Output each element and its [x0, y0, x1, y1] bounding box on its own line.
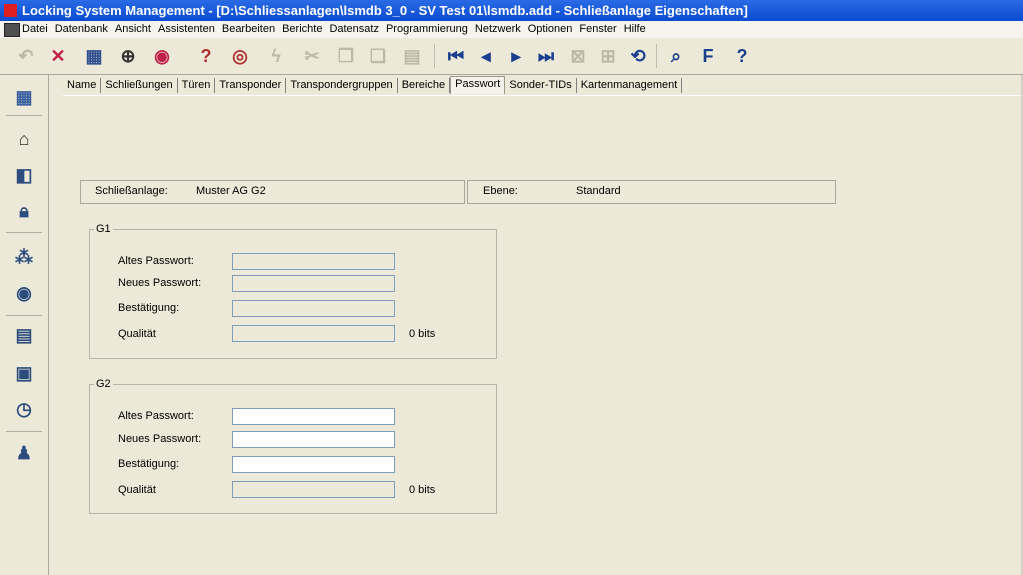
- delete-record-icon[interactable]: ⊠: [566, 44, 590, 68]
- tab-divider: [63, 95, 1021, 96]
- sidebar-separator: [6, 232, 42, 233]
- g1-neues-passwort-field[interactable]: [232, 275, 395, 292]
- first-record-icon[interactable]: ⏮: [444, 44, 468, 68]
- g2-bits-value: 0 bits: [409, 484, 436, 496]
- g1-bestaetigung-label: Bestätigung:: [118, 302, 180, 314]
- last-record-icon[interactable]: ⏭: [534, 44, 558, 68]
- group-g2-legend: G2: [96, 378, 111, 390]
- new-lock-icon[interactable]: ▦: [82, 44, 106, 68]
- options-icon[interactable]: F: [696, 44, 720, 68]
- tab-bereiche[interactable]: Bereiche: [398, 78, 451, 93]
- group-icon[interactable]: ⁂: [12, 245, 36, 269]
- window-title: Locking System Management - [D:\Schliess…: [22, 3, 748, 18]
- calendar-icon[interactable]: ▣: [12, 361, 36, 385]
- tab-passwort[interactable]: Passwort: [450, 76, 506, 94]
- door-icon[interactable]: ◧: [12, 163, 36, 187]
- toolbar-separator: [656, 44, 657, 68]
- ebene-label: Ebene:: [483, 185, 518, 197]
- g1-altes-passwort-field[interactable]: [232, 253, 395, 270]
- flash-icon[interactable]: ϟ: [264, 44, 288, 68]
- menu-datenbank[interactable]: Datenbank: [55, 23, 108, 35]
- g1-bits-value: 0 bits: [409, 328, 436, 340]
- tab-kartenmanagement[interactable]: Kartenmanagement: [577, 78, 683, 93]
- group-g2: G2 Altes Passwort: Neues Passwort: Bestä…: [89, 378, 497, 514]
- g1-qualitaet-bar: [232, 325, 395, 342]
- g1-qualitaet-label: Qualität: [118, 328, 156, 340]
- cut-icon[interactable]: ✂: [300, 44, 324, 68]
- house-icon[interactable]: ⌂: [12, 127, 36, 151]
- undo-icon[interactable]: ↶: [14, 44, 38, 68]
- clock-icon[interactable]: ◷: [12, 397, 36, 421]
- g2-bestaetigung-field[interactable]: [232, 456, 395, 473]
- search-icon[interactable]: ⌕: [664, 44, 688, 68]
- sidebar-separator: [6, 315, 42, 316]
- new-transponder-icon[interactable]: ⊕: [116, 44, 140, 68]
- next-record-icon[interactable]: ▸: [504, 44, 528, 68]
- print-icon[interactable]: ▤: [400, 44, 424, 68]
- g1-neues-passwort-label: Neues Passwort:: [118, 277, 202, 289]
- lock-icon[interactable]: 🔒︎: [12, 199, 36, 223]
- schliessanlage-box: Schließanlage: Muster AG G2: [80, 180, 465, 204]
- g2-bestaetigung-label: Bestätigung:: [118, 458, 180, 470]
- g2-qualitaet-bar: [232, 481, 395, 498]
- g2-neues-passwort-field[interactable]: [232, 431, 395, 448]
- new-record-icon[interactable]: ⊞: [596, 44, 620, 68]
- menu-ansicht[interactable]: Ansicht: [115, 23, 151, 35]
- delete-icon[interactable]: ✕: [46, 44, 70, 68]
- tab-schliessungen[interactable]: Schließungen: [101, 78, 178, 93]
- title-bar: Locking System Management - [D:\Schliess…: [0, 0, 1023, 21]
- g1-bestaetigung-field[interactable]: [232, 300, 395, 317]
- menu-berichte[interactable]: Berichte: [282, 23, 322, 35]
- transponder-icon[interactable]: ◉: [12, 281, 36, 305]
- ebene-value: Standard: [576, 185, 621, 197]
- g2-altes-passwort-label: Altes Passwort:: [118, 410, 194, 422]
- menu-hilfe[interactable]: Hilfe: [624, 23, 646, 35]
- refresh-icon[interactable]: ⟲: [626, 44, 650, 68]
- menu-bar: Datei Datenbank Ansicht Assistenten Bear…: [0, 21, 1023, 39]
- menu-optionen[interactable]: Optionen: [528, 23, 573, 35]
- new-group-icon[interactable]: ◉: [150, 44, 174, 68]
- tab-sonder-tids[interactable]: Sonder-TIDs: [505, 78, 577, 93]
- app-icon: [4, 4, 17, 17]
- group-g1-legend: G1: [96, 223, 111, 235]
- person-icon[interactable]: ♟: [12, 441, 36, 465]
- sidebar: ▦ ⌂ ◧ 🔒︎ ⁂ ◉ ▤ ▣ ◷ ♟: [0, 75, 49, 575]
- tab-transpondergruppen[interactable]: Transpondergruppen: [286, 78, 398, 93]
- menu-bearbeiten[interactable]: Bearbeiten: [222, 23, 275, 35]
- g1-altes-passwort-label: Altes Passwort:: [118, 255, 194, 267]
- tab-name[interactable]: Name: [63, 78, 102, 93]
- group-g1: G1 Altes Passwort: Neues Passwort: Bestä…: [89, 223, 497, 359]
- grid-icon[interactable]: ▦: [12, 85, 36, 109]
- toolbar-separator: [434, 44, 435, 68]
- ebene-box: Ebene: Standard: [467, 180, 836, 204]
- g2-neues-passwort-label: Neues Passwort:: [118, 433, 202, 445]
- schliessanlage-label: Schließanlage:: [95, 185, 168, 197]
- menu-assistenten[interactable]: Assistenten: [158, 23, 215, 35]
- tab-tueren[interactable]: Türen: [178, 78, 216, 93]
- transponder-question-icon[interactable]: ◎: [228, 44, 252, 68]
- help-icon[interactable]: ?: [730, 44, 754, 68]
- menu-datei[interactable]: Datei: [22, 23, 48, 35]
- toolbar: ↶ ✕ ▦ ⊕ ◉ ? ◎ ϟ ✂ ❐ ❏ ▤ ⏮ ◂ ▸ ⏭ ⊠ ⊞ ⟲ ⌕ …: [0, 38, 1023, 75]
- menu-fenster[interactable]: Fenster: [579, 23, 616, 35]
- document-window-icon[interactable]: [4, 23, 20, 37]
- calendar-grid-icon[interactable]: ▤: [12, 323, 36, 347]
- prev-record-icon[interactable]: ◂: [474, 44, 498, 68]
- tab-strip: Name Schließungen Türen Transponder Tran…: [63, 76, 683, 94]
- tab-transponder[interactable]: Transponder: [215, 78, 287, 93]
- copy-icon[interactable]: ❐: [334, 44, 358, 68]
- g2-qualitaet-label: Qualität: [118, 484, 156, 496]
- lock-question-icon[interactable]: ?: [194, 44, 218, 68]
- schliessanlage-value: Muster AG G2: [196, 185, 266, 197]
- properties-panel: Name Schließungen Türen Transponder Tran…: [49, 75, 1023, 575]
- sidebar-separator: [6, 115, 42, 116]
- g2-altes-passwort-field[interactable]: [232, 408, 395, 425]
- paste-icon[interactable]: ❏: [366, 44, 390, 68]
- menu-netzwerk[interactable]: Netzwerk: [475, 23, 521, 35]
- menu-programmierung[interactable]: Programmierung: [386, 23, 468, 35]
- sidebar-separator: [6, 431, 42, 432]
- menu-datensatz[interactable]: Datensatz: [329, 23, 379, 35]
